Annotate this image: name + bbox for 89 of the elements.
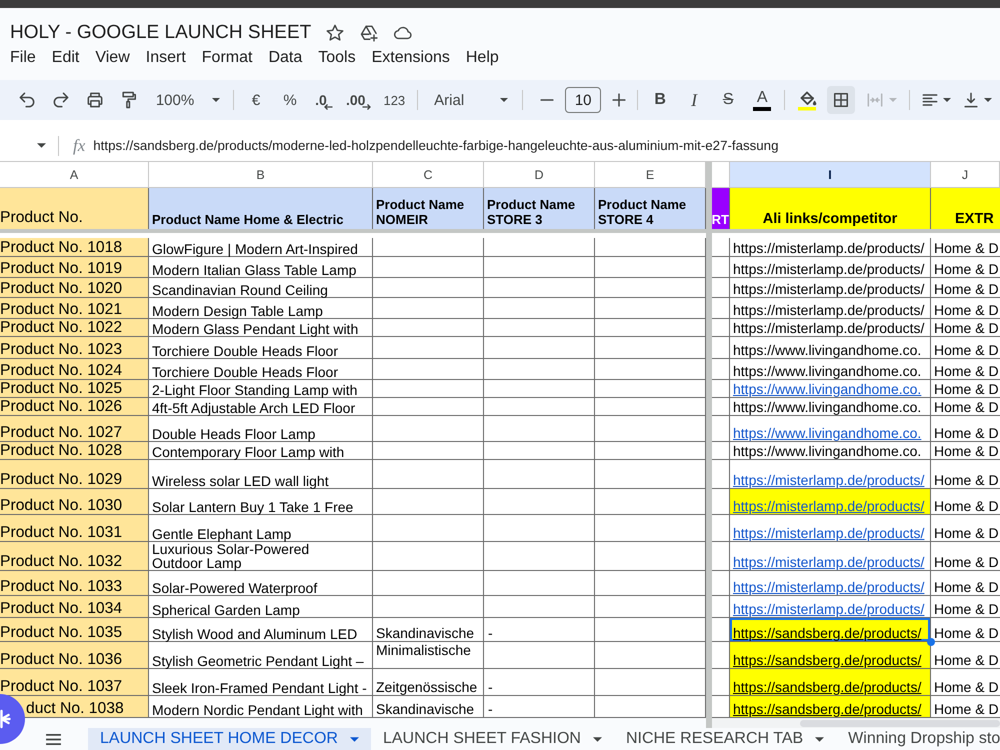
- table-cell: -: [484, 696, 595, 718]
- caret-icon: [815, 736, 824, 742]
- column-title: Product Name NOMEIR: [373, 188, 484, 229]
- caret-icon[interactable]: [37, 143, 46, 148]
- number-format-button[interactable]: 123: [379, 86, 410, 114]
- formula-label: fx: [73, 136, 86, 156]
- product-number-cell: Product No. 1029: [0, 460, 149, 489]
- product-number-cell: Product No. 1024: [0, 359, 149, 380]
- product-number-cell: Product No. 1031: [0, 515, 149, 542]
- formula-field[interactable]: https://sandsberg.de/products/moderne-led-holzpendelleuchte-farbige-hangeleuchte-aus-aluminium-mit-e27-fassung: [93, 136, 1000, 156]
- caret-icon: [212, 98, 220, 102]
- product-number-cell: Product No. 1037: [0, 669, 149, 696]
- menu-item[interactable]: Tools: [310, 48, 364, 68]
- decrease-decimals-button[interactable]: .0: [310, 86, 338, 114]
- menu-item[interactable]: Format: [194, 48, 260, 68]
- product-number-cell: Product No. 1028: [0, 442, 149, 460]
- column-title: Product Name STORE 4: [595, 188, 706, 229]
- product-number-cell: Product No. 1030: [0, 489, 149, 515]
- product-number-cell: Product No. 1027: [0, 416, 149, 442]
- product-number-cell: Product No. 1034: [0, 596, 149, 618]
- currency-button[interactable]: €: [242, 86, 270, 114]
- caret-icon: [943, 98, 952, 102]
- italic-button[interactable]: I: [680, 86, 708, 114]
- bold-button[interactable]: B: [646, 86, 674, 114]
- product-number-cell: Product No. 1032: [0, 542, 149, 571]
- link-cell[interactable]: https://sandsberg.de/products/: [730, 642, 931, 669]
- column-title: Product Name Home & Electric: [149, 188, 373, 229]
- borders-button[interactable]: [827, 86, 856, 114]
- link-cell[interactable]: https://misterlamp.de/products/: [730, 489, 931, 515]
- scrollbar-thumb[interactable]: [800, 720, 1000, 726]
- zoom-dropdown[interactable]: 100%: [149, 86, 225, 114]
- caret-icon: [500, 98, 508, 102]
- menu-item[interactable]: Extensions: [364, 48, 458, 68]
- menu-item[interactable]: Insert: [138, 48, 194, 68]
- increase-decimals-button[interactable]: .00: [344, 86, 374, 114]
- sheet-tab[interactable]: LAUNCH SHEET FASHION: [370, 728, 614, 750]
- product-number-cell: Product No. 1023: [0, 337, 149, 359]
- menu-item[interactable]: File: [2, 48, 44, 68]
- column-title: Product Name STORE 3: [484, 188, 595, 229]
- menu-item[interactable]: Edit: [44, 48, 88, 68]
- link-cell[interactable]: https://sandsberg.de/products/: [730, 669, 931, 696]
- right-arrow-icon: [362, 104, 372, 110]
- column-title: Product No.: [0, 188, 149, 229]
- triangle-plus-icon[interactable]: [359, 23, 380, 43]
- link-cell[interactable]: https://sandsberg.de/products/: [730, 618, 931, 642]
- link-cell[interactable]: https://sandsberg.de/products/: [730, 696, 931, 718]
- left-arrow-icon: [324, 104, 333, 110]
- product-number-cell: Product No. 1033: [0, 571, 149, 596]
- table-cell: Skandinavische: [373, 696, 484, 718]
- column-title: RT: [712, 188, 730, 229]
- column-title: EXTR: [931, 188, 1000, 229]
- product-number-cell: Product No. 1025: [0, 380, 149, 398]
- sheet-tab[interactable]: NICHE RESEARCH TAB: [614, 728, 836, 750]
- text-color-button[interactable]: A: [748, 86, 776, 114]
- menu-icon[interactable]: [45, 732, 62, 746]
- star-icon[interactable]: [325, 23, 346, 43]
- sheet-tab[interactable]: LAUNCH SHEET HOME DECOR: [88, 728, 371, 750]
- font-dropdown[interactable]: Arial: [426, 86, 514, 114]
- font-size-field[interactable]: 10: [565, 87, 602, 113]
- caret-icon: [350, 736, 359, 742]
- floating-action-button[interactable]: [0, 694, 25, 744]
- menu-item[interactable]: Data: [260, 48, 310, 68]
- caret-icon: [889, 98, 898, 102]
- paint-bucket-icon[interactable]: [797, 89, 818, 111]
- column-title: Ali links/competitor: [730, 188, 931, 229]
- redo-icon[interactable]: [51, 90, 71, 110]
- strikethrough-button[interactable]: S: [714, 86, 742, 114]
- menu-item[interactable]: View: [87, 48, 138, 68]
- product-number-cell: Product No. 1035: [0, 618, 149, 642]
- menu-item[interactable]: Help: [458, 48, 507, 68]
- print-icon[interactable]: [85, 90, 105, 110]
- product-number-cell: Product No. 1022: [0, 319, 149, 337]
- product-number-cell: Product No. 1019: [0, 257, 149, 278]
- product-name-cell: Modern Nordic Pendant Light with: [149, 696, 373, 718]
- product-number-cell: Product No. 1021: [0, 298, 149, 319]
- undo-icon[interactable]: [17, 90, 37, 110]
- swatch-icon: [753, 107, 772, 111]
- asterisk-icon: [0, 710, 11, 728]
- document-title[interactable]: HOLY - GOOGLE LAUNCH SHEET: [10, 20, 312, 46]
- column-header[interactable]: I: [730, 162, 931, 188]
- sheet-tab[interactable]: Winning Dropship sto: [836, 728, 1000, 750]
- percent-button[interactable]: %: [276, 86, 304, 114]
- product-number-cell: Product No. 1036: [0, 642, 149, 669]
- caret-icon: [592, 736, 602, 742]
- selection-handle[interactable]: [927, 638, 935, 646]
- product-number-cell: Product No. 1026: [0, 398, 149, 416]
- caret-icon: [984, 98, 992, 102]
- product-number-cell: Product No. 1018: [0, 238, 149, 257]
- product-number-cell: Product No. 1020: [0, 278, 149, 298]
